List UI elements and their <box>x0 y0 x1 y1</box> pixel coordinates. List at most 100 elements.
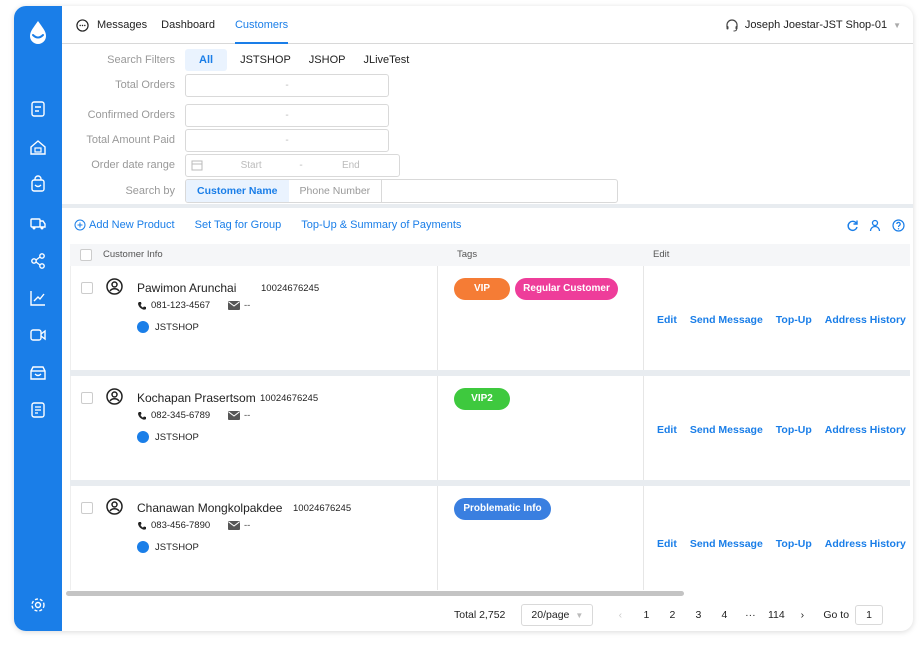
row-actions: Edit Send Message Top-Up Address History <box>657 538 906 550</box>
user-account-menu[interactable]: Joseph Joestar-JST Shop-01 ▼ <box>725 6 901 44</box>
topup-summary-button[interactable]: Top-Up & Summary of Payments <box>301 219 461 231</box>
orders-icon[interactable] <box>29 100 47 118</box>
customer-shop: JSTSHOP <box>137 431 199 443</box>
sidebar <box>14 6 62 631</box>
select-all-checkbox[interactable] <box>80 249 92 261</box>
store-icon[interactable] <box>29 364 47 382</box>
help-icon[interactable] <box>892 219 905 232</box>
delivery-truck-icon[interactable] <box>29 214 47 232</box>
search-input[interactable] <box>382 180 617 202</box>
row-checkbox[interactable] <box>81 392 93 404</box>
address-history-button[interactable]: Address History <box>825 538 906 550</box>
table-header: Customer Info Tags Edit <box>70 244 910 266</box>
customer-avatar-icon <box>106 498 123 515</box>
customer-shop: JSTSHOP <box>137 321 199 333</box>
customer-id: 10024676245 <box>293 503 352 514</box>
search-filters-label: Search Filters <box>107 54 175 66</box>
total-amount-paid-label: Total Amount Paid <box>86 134 175 146</box>
prev-page-icon[interactable]: ‹ <box>607 609 633 621</box>
filter-panel: Search Filters All JSTSHOP JSHOP JLiveTe… <box>62 44 913 204</box>
customer-avatar-icon <box>106 278 123 295</box>
shop-logo-icon <box>137 541 149 553</box>
add-new-product-button[interactable]: Add New Product <box>74 219 175 231</box>
shop-filter-jshop[interactable]: JSHOP <box>300 49 355 71</box>
customer-name: Pawimon Arunchai <box>137 281 237 295</box>
page-114[interactable]: 114 <box>763 609 789 621</box>
edit-button[interactable]: Edit <box>657 538 677 550</box>
settings-gear-icon[interactable] <box>29 596 47 614</box>
report-edit-icon[interactable] <box>29 401 47 419</box>
confirmed-orders-range-input[interactable]: - <box>185 103 389 127</box>
order-date-range-label: Order date range <box>91 159 175 171</box>
horizontal-scrollbar[interactable] <box>66 591 684 596</box>
phone-icon <box>138 521 146 530</box>
total-amount-range-input[interactable]: - <box>185 128 389 152</box>
mail-icon <box>228 301 240 310</box>
total-orders-range-input[interactable]: - <box>185 73 389 97</box>
calendar-icon <box>191 160 203 171</box>
search-by-phone-number[interactable]: Phone Number <box>289 180 383 202</box>
send-message-button[interactable]: Send Message <box>690 314 763 326</box>
page-size-select[interactable]: 20/page ▼ <box>521 604 594 626</box>
mail-icon <box>228 411 240 420</box>
topup-button[interactable]: Top-Up <box>776 424 812 436</box>
next-page-icon[interactable]: › <box>789 609 815 621</box>
send-message-button[interactable]: Send Message <box>690 538 763 550</box>
customer-name: Kochapan Prasertsom <box>137 391 256 405</box>
tag-problematic-info[interactable]: Problematic Info <box>454 498 551 520</box>
topup-button[interactable]: Top-Up <box>776 538 812 550</box>
edit-button[interactable]: Edit <box>657 424 677 436</box>
goto-label: Go to <box>823 609 850 621</box>
bag-icon[interactable] <box>29 175 47 193</box>
shop-filter-all[interactable]: All <box>185 49 228 71</box>
address-history-button[interactable]: Address History <box>825 314 906 326</box>
row-checkbox[interactable] <box>81 502 93 514</box>
row-actions: Edit Send Message Top-Up Address History <box>657 424 906 436</box>
goto-page-input[interactable]: 1 <box>855 605 884 625</box>
user-filter-icon[interactable] <box>869 219 882 232</box>
customer-phone: 081-123-4567 <box>137 300 210 311</box>
analytics-chart-icon[interactable] <box>29 289 47 307</box>
page-2[interactable]: 2 <box>659 609 685 621</box>
shop-filter-jlivetest[interactable]: JLiveTest <box>354 49 418 71</box>
order-date-range-picker[interactable]: Start - End <box>185 153 400 177</box>
customer-name: Chanawan Mongkolpakdee <box>137 501 283 515</box>
goto-page: Go to 1 <box>823 605 884 625</box>
chat-bubble-icon <box>76 18 89 32</box>
pagination: Total 2,752 20/page ▼ ‹ 1 2 3 4 ··· 114 … <box>454 604 884 626</box>
customer-phone: 083-456-7890 <box>137 520 210 531</box>
tab-messages[interactable]: Messages <box>97 6 147 44</box>
action-bar: Add New Product Set Tag for Group Top-Up… <box>62 208 913 242</box>
search-by-customer-name[interactable]: Customer Name <box>186 180 289 202</box>
brand-logo-icon[interactable] <box>26 20 50 46</box>
table-row: Chanawan Mongkolpakdee 10024676245 083-4… <box>70 486 910 590</box>
page-ellipsis[interactable]: ··· <box>737 609 763 621</box>
topup-button[interactable]: Top-Up <box>776 314 812 326</box>
top-navigation-bar: Messages Dashboard Customers Joseph Joes… <box>62 6 913 44</box>
shop-logo-icon <box>137 431 149 443</box>
table-row: Kochapan Prasertsom 10024676245 082-345-… <box>70 376 910 480</box>
row-checkbox[interactable] <box>81 282 93 294</box>
page-4[interactable]: 4 <box>711 609 737 621</box>
shop-filter-jstshop[interactable]: JSTSHOP <box>231 49 300 71</box>
page-3[interactable]: 3 <box>685 609 711 621</box>
share-network-icon[interactable] <box>29 252 47 270</box>
total-orders-label: Total Orders <box>115 79 175 91</box>
date-start: Start <box>240 159 262 171</box>
page-1[interactable]: 1 <box>633 609 659 621</box>
send-message-button[interactable]: Send Message <box>690 424 763 436</box>
tag-regular-customer[interactable]: Regular Customer <box>515 278 618 300</box>
table-row: Pawimon Arunchai 10024676245 081-123-456… <box>70 266 910 370</box>
customer-id: 10024676245 <box>260 393 319 404</box>
edit-button[interactable]: Edit <box>657 314 677 326</box>
set-tag-for-group-button[interactable]: Set Tag for Group <box>195 219 282 231</box>
tag-vip2[interactable]: VIP2 <box>454 388 510 410</box>
refresh-icon[interactable] <box>846 219 859 232</box>
row-actions: Edit Send Message Top-Up Address History <box>657 314 906 326</box>
home-icon[interactable] <box>29 138 47 156</box>
tab-customers[interactable]: Customers <box>234 6 289 44</box>
tag-vip[interactable]: VIP <box>454 278 510 300</box>
tab-dashboard[interactable]: Dashboard <box>161 6 215 44</box>
live-video-icon[interactable] <box>29 326 47 344</box>
address-history-button[interactable]: Address History <box>825 424 906 436</box>
